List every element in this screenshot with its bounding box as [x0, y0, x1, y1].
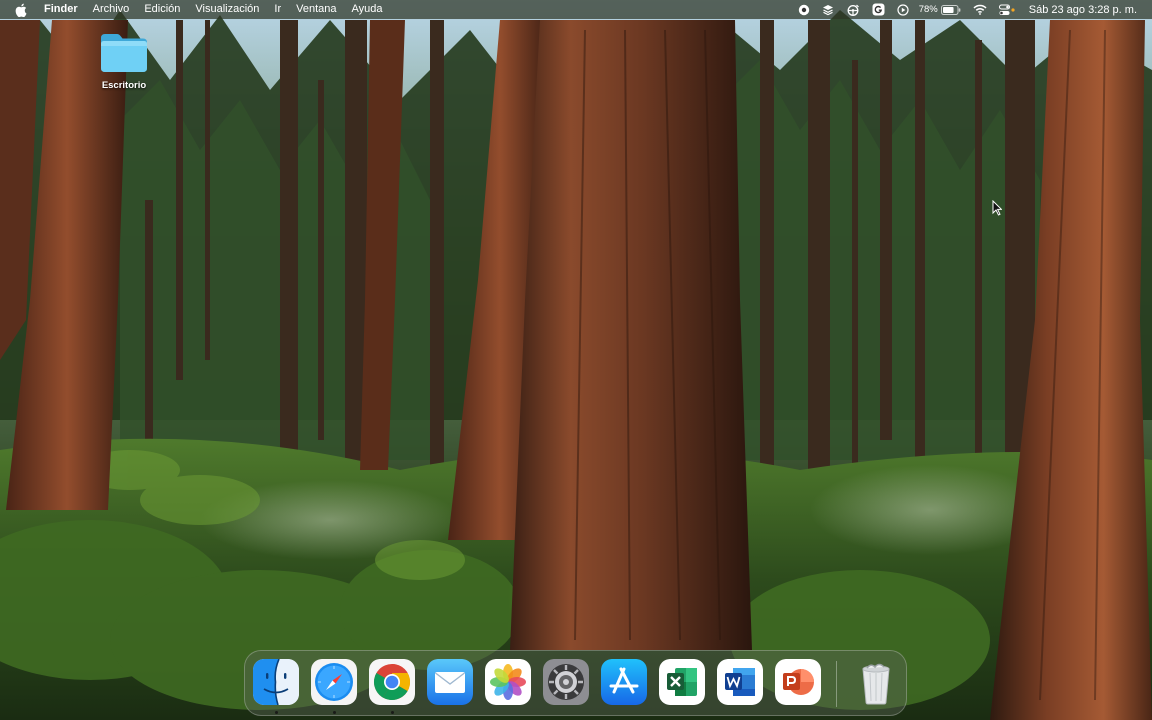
finder-running-indicator [274, 711, 278, 714]
safari-running-indicator [332, 711, 336, 714]
menu-ir[interactable]: Ir [267, 0, 289, 19]
finder-icon[interactable] [253, 659, 299, 705]
trash-icon[interactable] [853, 659, 899, 705]
safari-icon[interactable] [311, 659, 357, 705]
menu-app-name[interactable]: Finder [42, 0, 85, 19]
menu-ayuda[interactable]: Ayuda [344, 0, 390, 19]
mail-icon[interactable] [427, 659, 473, 705]
menu-edicion[interactable]: Edición [137, 0, 188, 19]
desktop-folder-escritorio[interactable]: Escritorio [96, 30, 152, 91]
menu-ventana[interactable]: Ventana [289, 0, 344, 19]
apple-logo-icon[interactable] [14, 3, 28, 17]
menu-bar: Finder Archivo Edición Visualización Ir … [0, 0, 1152, 19]
system-settings-icon[interactable] [543, 659, 589, 705]
photos-icon[interactable] [485, 659, 531, 705]
dock-separator [836, 661, 837, 707]
battery-percentage: 78% [918, 4, 938, 15]
layers-icon[interactable] [822, 0, 834, 19]
chrome-running-indicator [390, 711, 394, 714]
menu-visualizacion[interactable]: Visualización [188, 0, 267, 19]
word-icon[interactable] [717, 659, 763, 705]
grammarly-icon[interactable] [872, 0, 885, 19]
wifi-icon[interactable] [973, 0, 987, 19]
play-circle-icon[interactable] [897, 0, 909, 19]
chrome-icon[interactable] [369, 659, 415, 705]
desktop-folder-label: Escritorio [101, 80, 147, 91]
battery-icon[interactable] [940, 0, 961, 19]
powerpoint-icon[interactable] [775, 659, 821, 705]
menu-archivo[interactable]: Archivo [85, 0, 137, 19]
dock [244, 650, 907, 716]
desktop-wallpaper [0, 0, 1152, 720]
app-store-icon[interactable] [601, 659, 647, 705]
steering-wheel-icon[interactable] [846, 0, 860, 19]
excel-icon[interactable] [659, 659, 705, 705]
mouse-pointer-icon [992, 199, 1003, 216]
folder-icon [99, 30, 149, 74]
menu-clock[interactable]: Sáb 23 ago 3:28 p. m. [1029, 4, 1137, 16]
control-center-icon[interactable] [998, 0, 1015, 19]
screen-record-icon[interactable] [798, 0, 810, 19]
